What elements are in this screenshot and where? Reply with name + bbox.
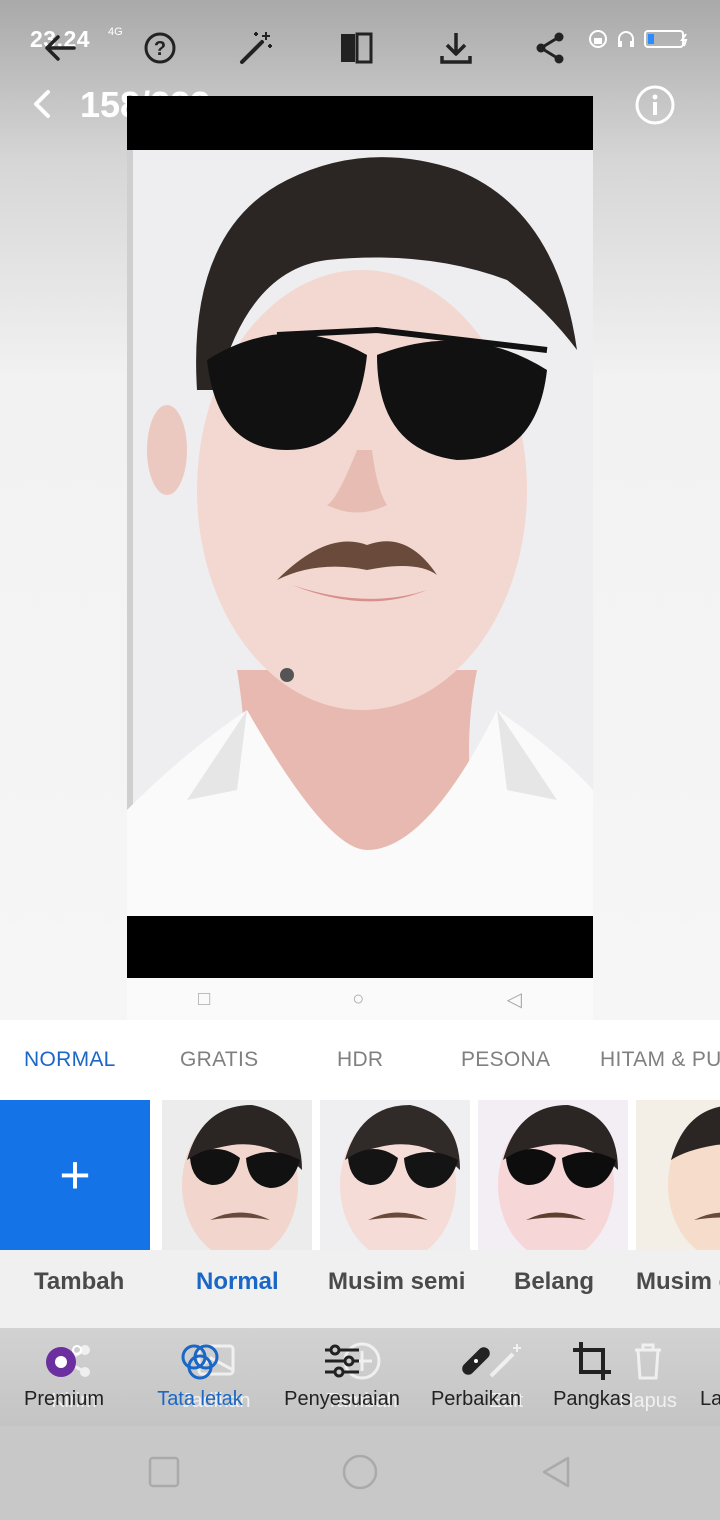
back-arrow-icon[interactable]: [36, 26, 84, 70]
chevron-left-icon[interactable]: [24, 84, 64, 124]
tab-hitam-putih[interactable]: HITAM & PU: [600, 1048, 720, 1072]
download-icon[interactable]: [432, 26, 480, 70]
tool-label-pangkas: Pangkas: [553, 1388, 631, 1410]
premium-icon: [46, 1345, 82, 1377]
tool-tata-letak[interactable]: Tata letak: [140, 1328, 260, 1426]
preset-label-belang[interactable]: Belang: [514, 1268, 594, 1296]
filter-thumbnails: +: [0, 1100, 720, 1250]
home-icon[interactable]: [340, 1452, 380, 1492]
tool-label-lainnya: La: [700, 1388, 720, 1410]
tab-hdr[interactable]: HDR: [337, 1048, 383, 1072]
filter-thumb-belang[interactable]: [478, 1100, 628, 1250]
back-icon[interactable]: [536, 1452, 576, 1492]
tool-label-tata-letak: Tata letak: [157, 1388, 243, 1410]
preset-label-musim-dingin[interactable]: Musim d: [636, 1268, 720, 1296]
preset-label-tambah[interactable]: Tambah: [34, 1268, 124, 1296]
status-icons: [588, 28, 690, 50]
preset-label-musim-semi[interactable]: Musim semi: [328, 1268, 465, 1296]
tool-premium[interactable]: Premium: [4, 1328, 124, 1426]
tab-pesona[interactable]: PESONA: [461, 1048, 550, 1072]
triangle-icon: ◁: [506, 988, 522, 1011]
compare-icon[interactable]: [332, 26, 380, 70]
magic-wand-icon[interactable]: [232, 26, 280, 70]
lock-icon: [589, 30, 607, 48]
photo-preview[interactable]: [127, 96, 593, 978]
system-nav-bar: [0, 1426, 720, 1520]
tool-penyesuaian[interactable]: Penyesuaian: [282, 1328, 402, 1426]
circle-icon: ○: [352, 987, 365, 1010]
tool-label-penyesuaian: Penyesuaian: [284, 1388, 400, 1410]
filter-thumb-normal[interactable]: [162, 1100, 312, 1250]
tab-normal[interactable]: NORMAL: [24, 1048, 116, 1072]
share-icon[interactable]: [526, 26, 574, 70]
recents-icon[interactable]: [144, 1452, 184, 1492]
plus-icon: +: [59, 1145, 91, 1205]
edit-toolbar: Kirim Jadikan Tambah Edit Hapus Premium …: [0, 1328, 720, 1426]
square-icon: □: [198, 987, 211, 1010]
crop-icon: [573, 1342, 611, 1380]
preset-label-normal[interactable]: Normal: [196, 1268, 279, 1296]
adjust-icon: [325, 1344, 359, 1378]
filter-thumb-musim-semi[interactable]: [320, 1100, 470, 1250]
tool-lainnya[interactable]: La: [660, 1328, 720, 1426]
tool-pangkas[interactable]: Pangkas: [532, 1328, 652, 1426]
photo-inner-nav: □ ○ ◁: [127, 978, 593, 1020]
tool-label-premium: Premium: [23, 1388, 104, 1410]
help-icon[interactable]: ?: [136, 26, 184, 70]
tool-perbaikan[interactable]: Perbaikan: [416, 1328, 536, 1426]
svg-text:?: ?: [154, 38, 166, 60]
tool-label-perbaikan: Perbaikan: [430, 1388, 522, 1410]
network-type: 4G: [108, 26, 123, 38]
more-icon: [697, 1338, 720, 1384]
filter-tabs: NORMAL GRATIS HDR PESONA HITAM & PU: [0, 1020, 720, 1100]
info-icon[interactable]: [634, 84, 676, 126]
add-filter-button[interactable]: +: [0, 1100, 150, 1250]
filter-labels: Tambah Normal Musim semi Belang Musim d: [0, 1250, 720, 1328]
layout-icon: [181, 1344, 219, 1380]
filter-thumb-musim-dingin[interactable]: [636, 1100, 720, 1250]
heal-icon: [462, 1347, 490, 1375]
battery-icon: [644, 30, 688, 48]
tab-gratis[interactable]: GRATIS: [180, 1048, 258, 1072]
photo-image: [127, 150, 593, 916]
headphones-icon: [618, 31, 634, 47]
